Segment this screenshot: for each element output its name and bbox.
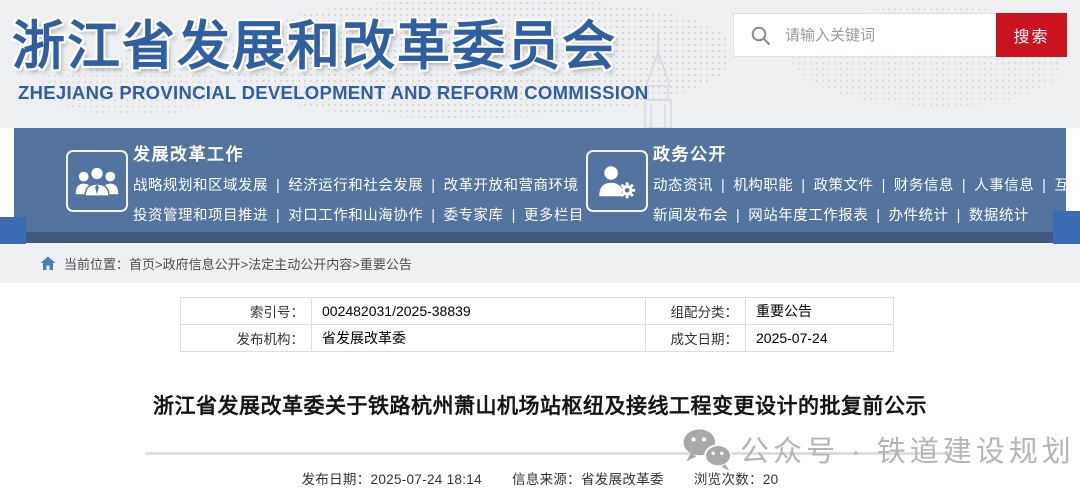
view-count: 浏览次数：20 xyxy=(694,472,779,487)
breadcrumb-label: 当前位置： xyxy=(64,254,129,273)
nav-section-text: 发展改革工作 战略规划和区域发展 | 经济运行和社会发展 | 改革开放和营商环境 投资管… xyxy=(133,128,593,225)
nav-link[interactable]: 战略规划和区域发展 xyxy=(133,178,268,194)
nav-link[interactable]: 财务信息 xyxy=(894,178,954,194)
watermark: 公众号 · 铁道建设规划 xyxy=(680,426,1075,472)
breadcrumb-path: 首页>政府信息公开>法定主动公开内容>重要公告 xyxy=(129,254,412,273)
search-box: 搜索 xyxy=(733,13,1067,57)
link-separator: | xyxy=(962,178,966,194)
breadcrumb-link[interactable]: 法定主动公开内容 xyxy=(248,257,352,272)
breadcrumb-link[interactable]: 首页 xyxy=(129,257,155,272)
nav-link[interactable]: 经济运行和社会发展 xyxy=(288,178,423,194)
site-subtitle: ZHEJIANG PROVINCIAL DEVELOPMENT AND REFO… xyxy=(18,82,649,104)
doc-field-label: 成文日期： xyxy=(646,325,746,352)
nav-link-row: 动态资讯 | 机构职能 | 政策文件 | 财务信息 | 人事信息 | 互动交流 xyxy=(653,174,1080,195)
nav-link[interactable]: 办件统计 xyxy=(889,208,949,224)
nav-link[interactable]: 机构职能 xyxy=(733,178,793,194)
nav-link[interactable]: 投资管理和项目推进 xyxy=(133,208,268,224)
doc-field-label: 发布机构： xyxy=(181,325,312,352)
doc-field-label: 索引号： xyxy=(181,298,312,325)
breadcrumb: 当前位置： 首页>政府信息公开>法定主动公开内容>重要公告 xyxy=(0,243,1080,283)
home-icon[interactable] xyxy=(40,256,56,271)
link-separator: | xyxy=(431,178,435,194)
table-row: 索引号：002482031/2025-38839组配分类：重要公告 xyxy=(181,298,894,325)
nav-link[interactable]: 政策文件 xyxy=(814,178,874,194)
nav-link[interactable]: 更多栏目 xyxy=(524,208,584,224)
nav-link[interactable]: 新闻发布会 xyxy=(653,208,728,224)
doc-field-value: 2025-07-24 xyxy=(746,325,894,352)
nav-link[interactable]: 人事信息 xyxy=(974,178,1034,194)
doc-field-label: 组配分类： xyxy=(646,298,746,325)
nav-link[interactable]: 动态资讯 xyxy=(653,178,713,194)
watermark-text: 公众号 · 铁道建设规划 xyxy=(740,428,1075,470)
wechat-icon xyxy=(680,426,734,472)
nav-section-text: 政务公开 动态资讯|机构职能|政策文件|财务信息|人事信息|互动交流 新闻发布会… xyxy=(653,128,1080,225)
search-icon xyxy=(750,25,771,46)
link-separator: | xyxy=(1042,178,1046,194)
nav-link[interactable]: 对口工作和山海协作 xyxy=(288,208,423,224)
table-row: 发布机构：省发展改革委成文日期：2025-07-24 xyxy=(181,325,894,352)
link-separator: | xyxy=(882,178,886,194)
link-separator: | xyxy=(721,178,725,194)
link-separator: | xyxy=(276,178,280,194)
nav-link-row: 战略规划和区域发展 | 经济运行和社会发展 | 改革开放和营商环境 xyxy=(133,174,593,195)
link-separator: | xyxy=(957,208,961,224)
link-separator: | xyxy=(876,208,880,224)
main-nav: 发展改革工作 战略规划和区域发展 | 经济运行和社会发展 | 改革开放和营商环境 投资管… xyxy=(14,128,1066,232)
building-sketch-icon xyxy=(628,34,688,128)
link-separator: | xyxy=(801,178,805,194)
breadcrumb-separator: > xyxy=(352,257,360,272)
link-separator: | xyxy=(276,208,280,224)
person-gear-icon xyxy=(586,150,648,212)
nav-link[interactable]: 数据统计 xyxy=(969,208,1029,224)
band-accent-left xyxy=(0,217,26,244)
band-shadow-strip xyxy=(22,232,1072,243)
nav-link[interactable]: 网站年度工作报表 xyxy=(748,208,868,224)
breadcrumb-link[interactable]: 重要公告 xyxy=(360,257,412,272)
nav-section-title[interactable]: 政务公开 xyxy=(653,140,1080,165)
doc-field-value: 省发展改革委 xyxy=(312,325,646,352)
people-group-icon xyxy=(66,150,128,212)
site-title: 浙江省发展和改革委员会 xyxy=(12,4,617,80)
page: 浙江省发展和改革委员会 ZHEJIANG PROVINCIAL DEVELOPM… xyxy=(0,0,1080,496)
publish-date: 发布日期：2025-07-24 18:14 xyxy=(302,472,482,487)
doc-field-value: 002482031/2025-38839 xyxy=(312,298,646,325)
link-separator: | xyxy=(512,208,516,224)
nav-link[interactable]: 改革开放和营商环境 xyxy=(444,178,579,194)
doc-info-table: 索引号：002482031/2025-38839组配分类：重要公告发布机构：省发… xyxy=(180,297,894,352)
nav-link[interactable]: 委专家库 xyxy=(444,208,504,224)
band-accent-right xyxy=(1053,211,1080,244)
search-button[interactable]: 搜索 xyxy=(996,13,1067,57)
nav-link-row: 投资管理和项目推进 | 对口工作和山海协作 | 委专家库 | 更多栏目 xyxy=(133,204,593,225)
info-source: 信息来源：省发展改革委 xyxy=(512,472,664,487)
site-header: 浙江省发展和改革委员会 ZHEJIANG PROVINCIAL DEVELOPM… xyxy=(0,0,1080,128)
breadcrumb-link[interactable]: 政府信息公开 xyxy=(163,257,241,272)
page-title: 浙江省发展改革委关于铁路杭州萧山机场站枢纽及接线工程变更设计的批复前公示 xyxy=(0,390,1080,420)
doc-field-value: 重要公告 xyxy=(746,298,894,325)
search-input[interactable] xyxy=(783,14,996,56)
breadcrumb-separator: > xyxy=(155,257,163,272)
link-separator: | xyxy=(736,208,740,224)
nav-link[interactable]: 互动交流 xyxy=(1054,178,1080,194)
nav-section-title[interactable]: 发展改革工作 xyxy=(133,140,593,165)
link-separator: | xyxy=(431,208,435,224)
nav-link-row: 新闻发布会 | 网站年度工作报表 | 办件统计 | 数据统计 xyxy=(653,204,1080,225)
